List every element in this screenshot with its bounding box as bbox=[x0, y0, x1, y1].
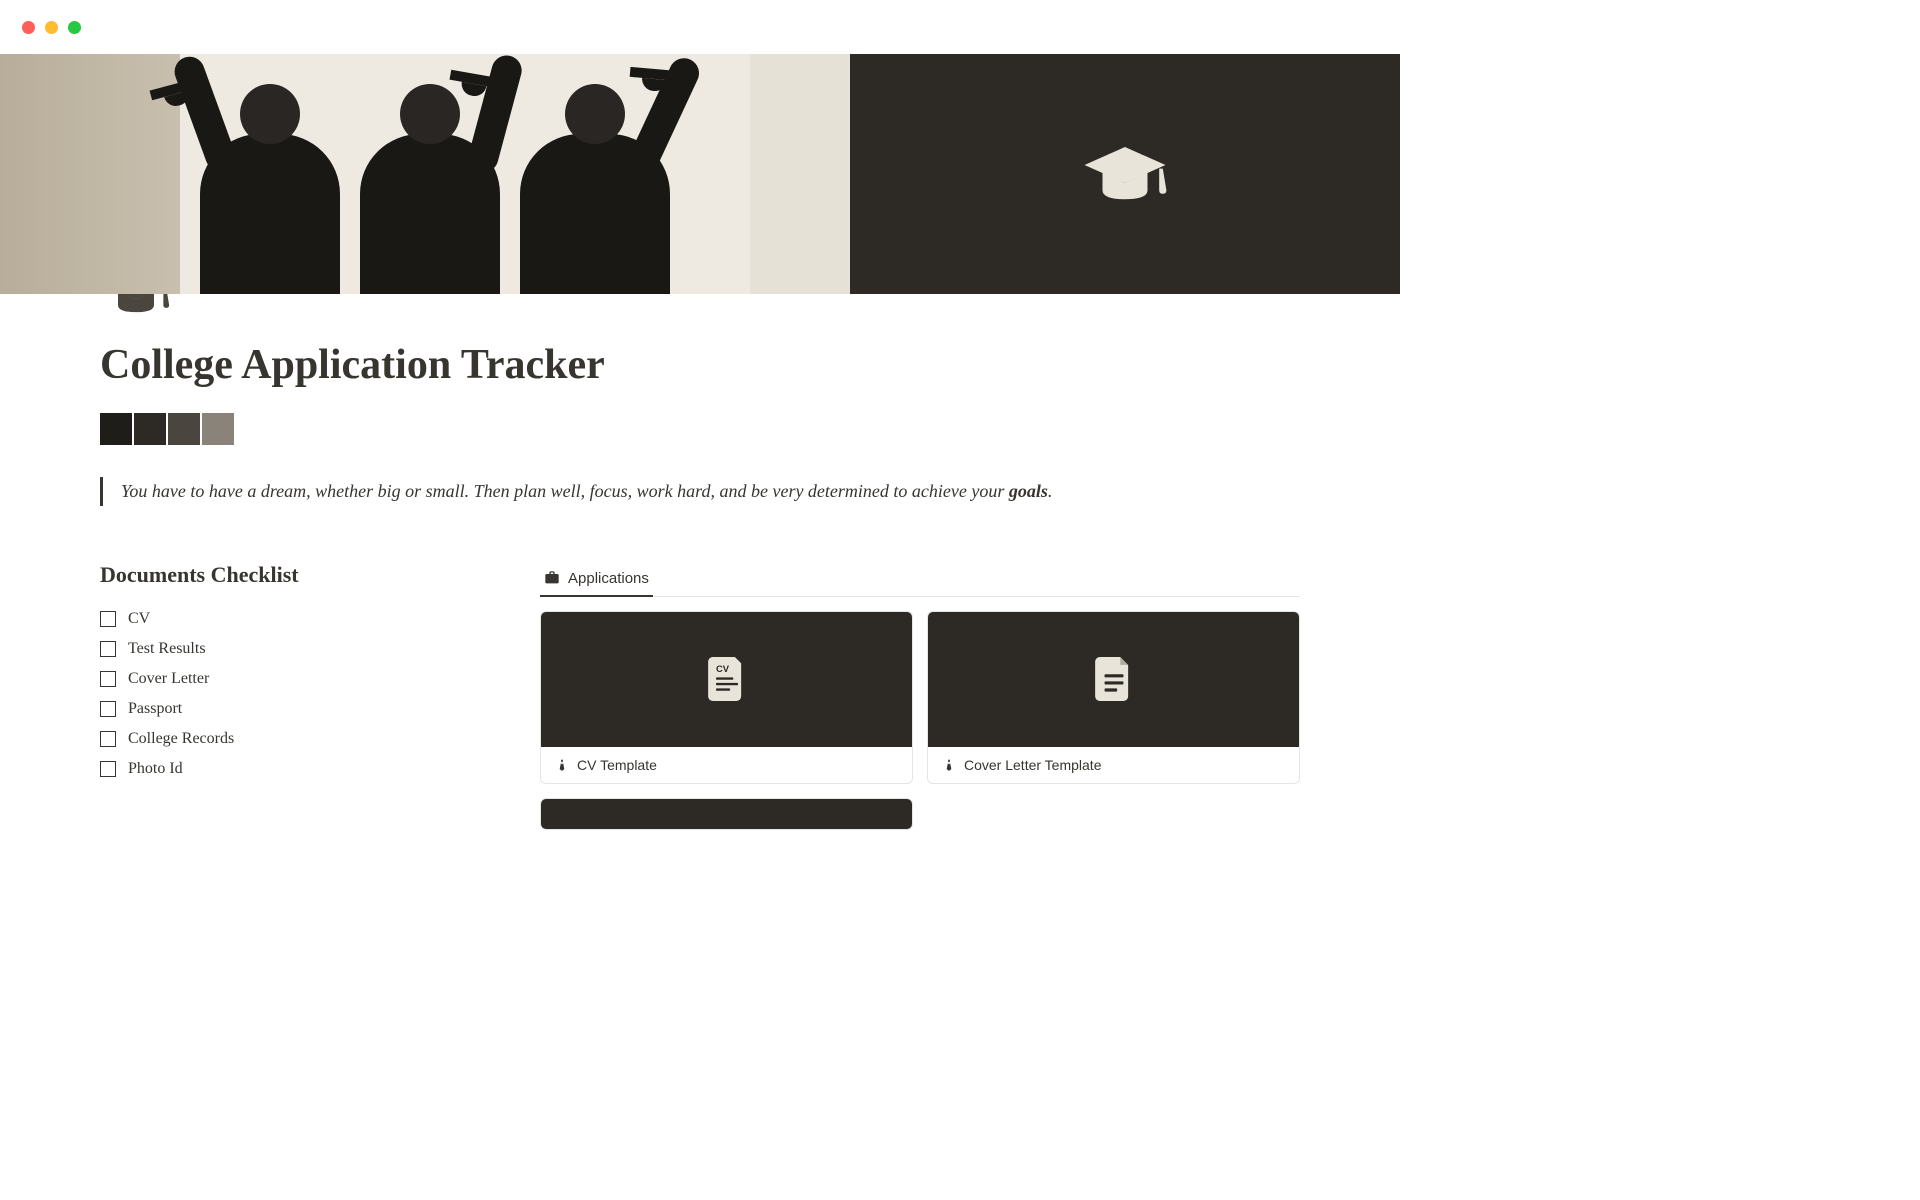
gallery-card-cover-letter-template[interactable]: Cover Letter Template bbox=[927, 611, 1300, 784]
checklist-item[interactable]: Passport bbox=[100, 694, 480, 724]
card-cover: CV bbox=[541, 612, 912, 747]
minimize-window-button[interactable] bbox=[45, 21, 58, 34]
page-title[interactable]: College Application Tracker bbox=[100, 341, 1300, 389]
cover-badge bbox=[850, 54, 1400, 294]
database-tabs: Applications bbox=[540, 562, 1300, 597]
color-swatch bbox=[134, 413, 166, 445]
documents-checklist-heading: Documents Checklist bbox=[100, 562, 480, 588]
cv-document-icon: CV bbox=[705, 657, 749, 701]
tab-applications[interactable]: Applications bbox=[540, 562, 653, 597]
applications-gallery: CV CV Template bbox=[540, 611, 1300, 830]
checklist-label: Passport bbox=[128, 700, 182, 718]
quote-text: You have to have a dream, whether big or… bbox=[121, 481, 1009, 501]
checkbox[interactable] bbox=[100, 671, 116, 687]
document-icon bbox=[1092, 657, 1136, 701]
checklist-label: Cover Letter bbox=[128, 670, 209, 688]
checklist-item[interactable]: Test Results bbox=[100, 634, 480, 664]
card-cover bbox=[541, 799, 912, 829]
color-swatch bbox=[168, 413, 200, 445]
svg-text:CV: CV bbox=[716, 663, 730, 674]
checklist-item[interactable]: Cover Letter bbox=[100, 664, 480, 694]
checklist: CV Test Results Cover Letter Passport Colleg… bbox=[100, 604, 480, 784]
checkbox[interactable] bbox=[100, 641, 116, 657]
checkbox[interactable] bbox=[100, 701, 116, 717]
checklist-label: CV bbox=[128, 610, 150, 628]
tie-icon bbox=[555, 758, 569, 772]
close-window-button[interactable] bbox=[22, 21, 35, 34]
quote-tail: . bbox=[1048, 481, 1053, 501]
quote-block[interactable]: You have to have a dream, whether big or… bbox=[100, 477, 1300, 506]
color-swatch bbox=[100, 413, 132, 445]
briefcase-icon bbox=[544, 570, 560, 586]
maximize-window-button[interactable] bbox=[68, 21, 81, 34]
tie-icon bbox=[942, 758, 956, 772]
checkbox[interactable] bbox=[100, 611, 116, 627]
checklist-item[interactable]: Photo Id bbox=[100, 754, 480, 784]
window-titlebar bbox=[0, 0, 1400, 54]
checklist-item[interactable]: College Records bbox=[100, 724, 480, 754]
checklist-label: College Records bbox=[128, 730, 234, 748]
color-palette bbox=[100, 413, 1300, 445]
card-title: Cover Letter Template bbox=[964, 757, 1101, 773]
graduation-cap-icon bbox=[1080, 129, 1170, 219]
gallery-card-partial[interactable] bbox=[540, 798, 913, 830]
checkbox[interactable] bbox=[100, 731, 116, 747]
checklist-item[interactable]: CV bbox=[100, 604, 480, 634]
color-swatch bbox=[202, 413, 234, 445]
tab-label: Applications bbox=[568, 570, 649, 587]
gallery-card-cv-template[interactable]: CV CV Template bbox=[540, 611, 913, 784]
checkbox[interactable] bbox=[100, 761, 116, 777]
card-cover bbox=[928, 612, 1299, 747]
quote-bold: goals bbox=[1009, 481, 1048, 501]
checklist-label: Photo Id bbox=[128, 760, 183, 778]
cover-photo bbox=[0, 54, 850, 294]
card-title: CV Template bbox=[577, 757, 657, 773]
cover-image bbox=[0, 54, 1400, 294]
checklist-label: Test Results bbox=[128, 640, 206, 658]
